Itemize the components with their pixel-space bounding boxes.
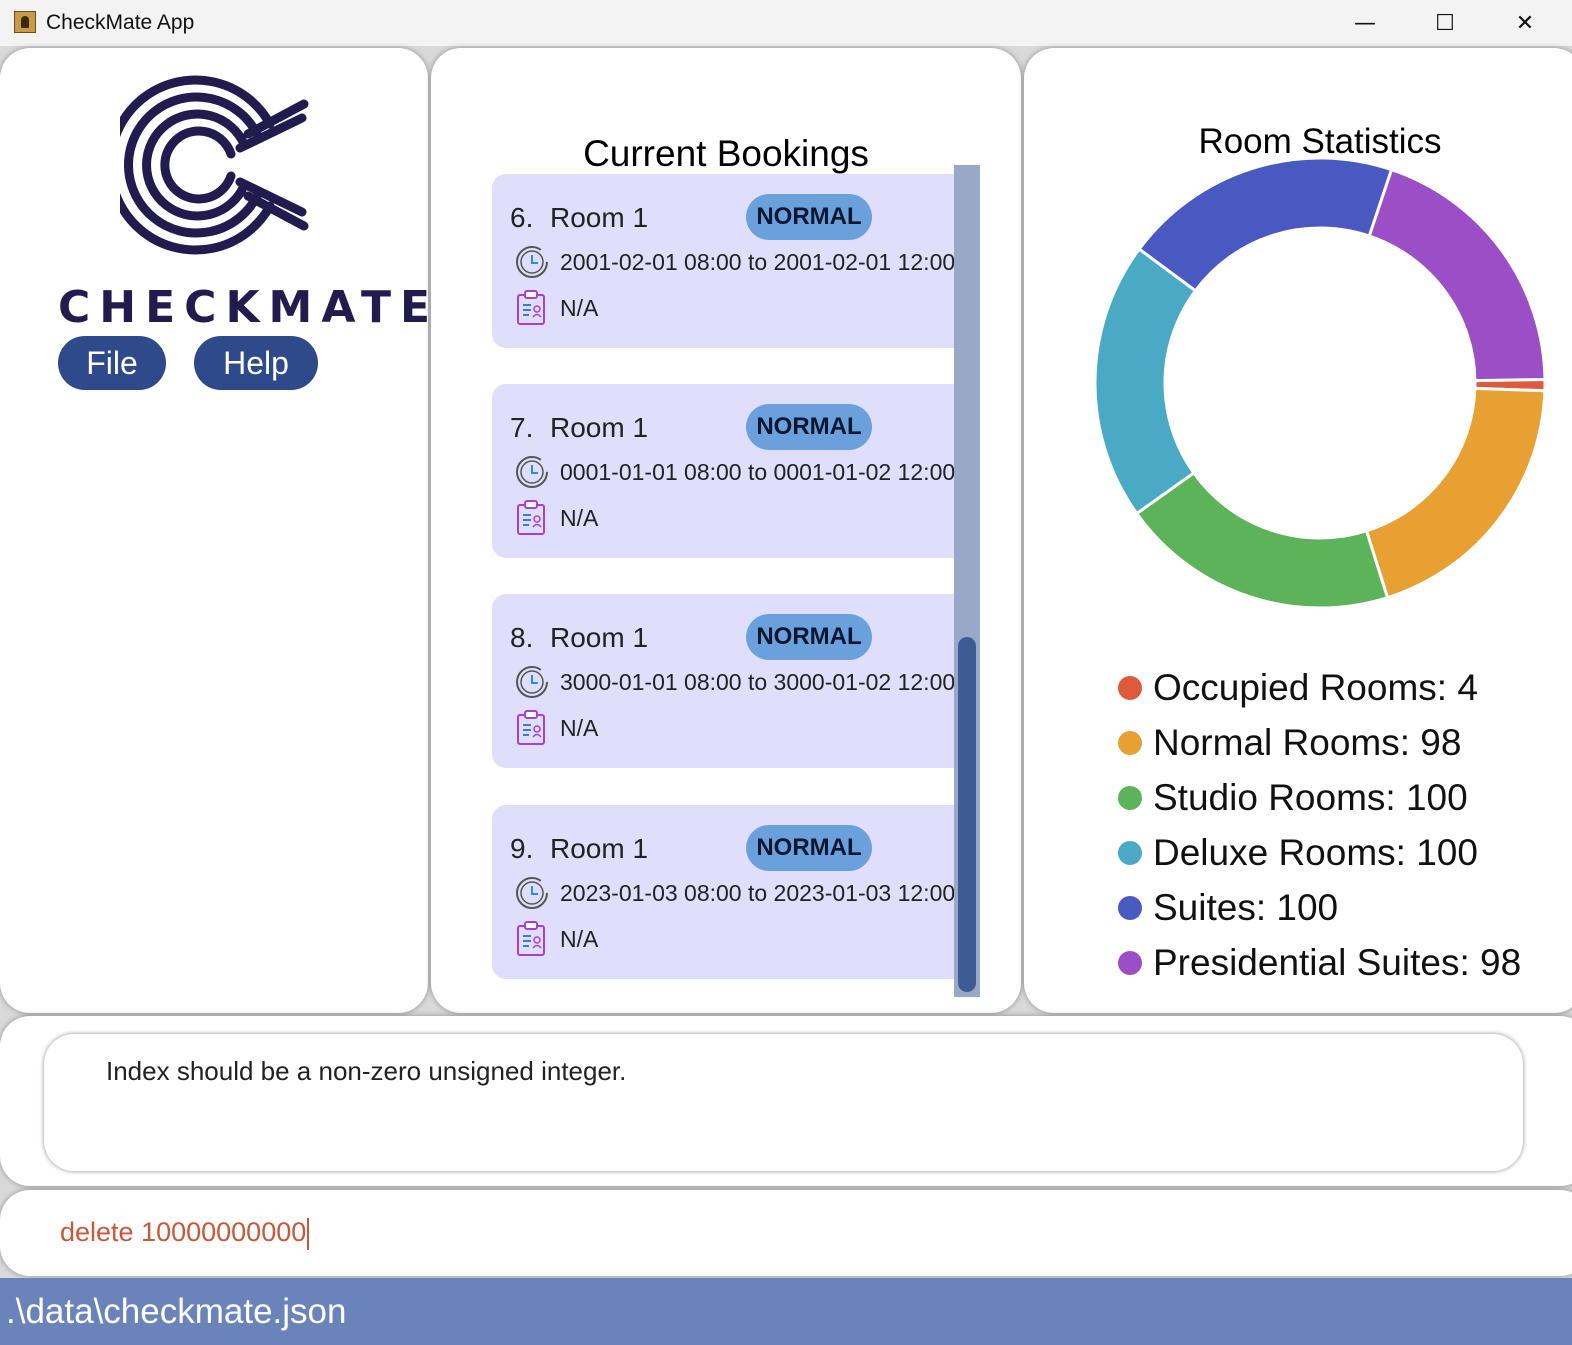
- help-menu-button[interactable]: Help: [194, 336, 318, 390]
- app-icon: [14, 11, 36, 33]
- brand-wordmark: CHECKMATE: [58, 282, 440, 333]
- booking-room: Room 1: [550, 622, 649, 653]
- booking-remark: N/A: [560, 926, 599, 952]
- booking-index: 7.: [510, 412, 534, 443]
- booking-room: Room 1: [550, 202, 649, 233]
- legend-item-deluxe: Deluxe Rooms: 100: [1118, 825, 1521, 880]
- window-title: CheckMate App: [46, 11, 195, 34]
- donut-slice-deluxe: [1093, 246, 1198, 516]
- booking-room: Room 1: [550, 833, 649, 864]
- room-type-badge: NORMAL: [746, 825, 872, 871]
- minimize-button[interactable]: —: [1325, 0, 1405, 46]
- room-type-badge: NORMAL: [746, 614, 872, 660]
- booking-remark: N/A: [560, 505, 599, 531]
- booking-index: 9.: [510, 833, 534, 864]
- stats-legend: Occupied Rooms: 4 Normal Rooms: 98 Studi…: [1118, 660, 1521, 990]
- booking-card[interactable]: 9. Room 1 NORMAL 2023-01-03 08:00 to 202…: [492, 805, 956, 979]
- booking-index: 6.: [510, 202, 534, 233]
- booking-remark: N/A: [560, 715, 599, 741]
- booking-card[interactable]: 8. Room 1 NORMAL 3000-01-01 08:00 to 300…: [492, 594, 956, 768]
- close-button[interactable]: ✕: [1485, 0, 1565, 46]
- legend-dot-presidential: [1118, 950, 1142, 975]
- booking-card[interactable]: 6. Room 1 NORMAL 2001-02-01 08:00 to 200…: [492, 174, 956, 348]
- legend-label-deluxe: Deluxe Rooms: 100: [1153, 831, 1478, 873]
- room-type-badge: NORMAL: [746, 194, 872, 240]
- legend-label-normal: Normal Rooms: 98: [1153, 721, 1462, 763]
- donut-slice-normal: [1364, 386, 1547, 600]
- clipboard-icon: [517, 500, 545, 535]
- booking-index: 8.: [510, 622, 534, 653]
- legend-item-studio: Studio Rooms: 100: [1118, 770, 1521, 825]
- legend-dot-suites: [1118, 895, 1142, 920]
- booking-period: 2023-01-03 08:00 to 2023-01-03 12:00: [560, 880, 956, 906]
- legend-dot-occupied: [1118, 675, 1142, 700]
- booking-room: Room 1: [550, 412, 649, 443]
- text-caret: [307, 1217, 310, 1250]
- status-bar: .\data\checkmate.json: [0, 1278, 1572, 1345]
- legend-item-suites: Suites: 100: [1118, 880, 1521, 935]
- clock-icon: [516, 877, 548, 909]
- save-file-path: .\data\checkmate.json: [6, 1292, 347, 1331]
- title-bar: CheckMate App — ☐ ✕: [0, 0, 1572, 46]
- booking-card[interactable]: 7. Room 1 NORMAL 0001-01-01 08:00 to 000…: [492, 384, 956, 558]
- room-stats-donut-chart: [1093, 156, 1547, 610]
- bookings-list[interactable]: 6. Room 1 NORMAL 2001-02-01 08:00 to 200…: [492, 165, 980, 997]
- legend-dot-studio: [1118, 785, 1142, 810]
- booking-period: 3000-01-01 08:00 to 3000-01-02 12:00: [560, 669, 956, 695]
- result-display: Index should be a non-zero unsigned inte…: [44, 1034, 1523, 1171]
- donut-slice-suites: [1137, 156, 1394, 293]
- donut-slice-presidential: [1367, 167, 1547, 383]
- clock-icon: [516, 666, 548, 698]
- booking-period: 2001-02-01 08:00 to 2001-02-01 12:00: [560, 249, 956, 275]
- clock-icon: [516, 456, 548, 488]
- legend-dot-deluxe: [1118, 840, 1142, 865]
- command-input-value: delete 10000000000: [60, 1217, 307, 1247]
- legend-label-suites: Suites: 100: [1153, 886, 1339, 928]
- clipboard-icon: [517, 710, 545, 745]
- legend-item-occupied: Occupied Rooms: 4: [1118, 660, 1521, 715]
- legend-label-presidential: Presidential Suites: 98: [1153, 941, 1522, 983]
- legend-item-presidential: Presidential Suites: 98: [1118, 935, 1521, 990]
- room-type-badge: NORMAL: [746, 404, 872, 450]
- command-input[interactable]: delete 10000000000: [60, 1217, 310, 1250]
- booking-remark: N/A: [560, 295, 599, 321]
- result-message: Index should be a non-zero unsigned inte…: [106, 1056, 627, 1086]
- legend-item-normal: Normal Rooms: 98: [1118, 715, 1521, 770]
- clock-icon: [516, 246, 548, 278]
- legend-label-occupied: Occupied Rooms: 4: [1153, 666, 1478, 708]
- clipboard-icon: [517, 290, 545, 325]
- checkmate-logo-icon: [120, 75, 309, 255]
- booking-period: 0001-01-01 08:00 to 0001-01-02 12:00: [560, 459, 956, 485]
- legend-dot-normal: [1118, 730, 1142, 755]
- donut-slice-studio: [1134, 470, 1390, 610]
- clipboard-icon: [517, 921, 545, 956]
- bookings-scrollbar-thumb[interactable]: [958, 637, 976, 992]
- maximize-button[interactable]: ☐: [1405, 0, 1485, 46]
- legend-label-studio: Studio Rooms: 100: [1153, 776, 1468, 818]
- file-menu-button[interactable]: File: [58, 336, 166, 390]
